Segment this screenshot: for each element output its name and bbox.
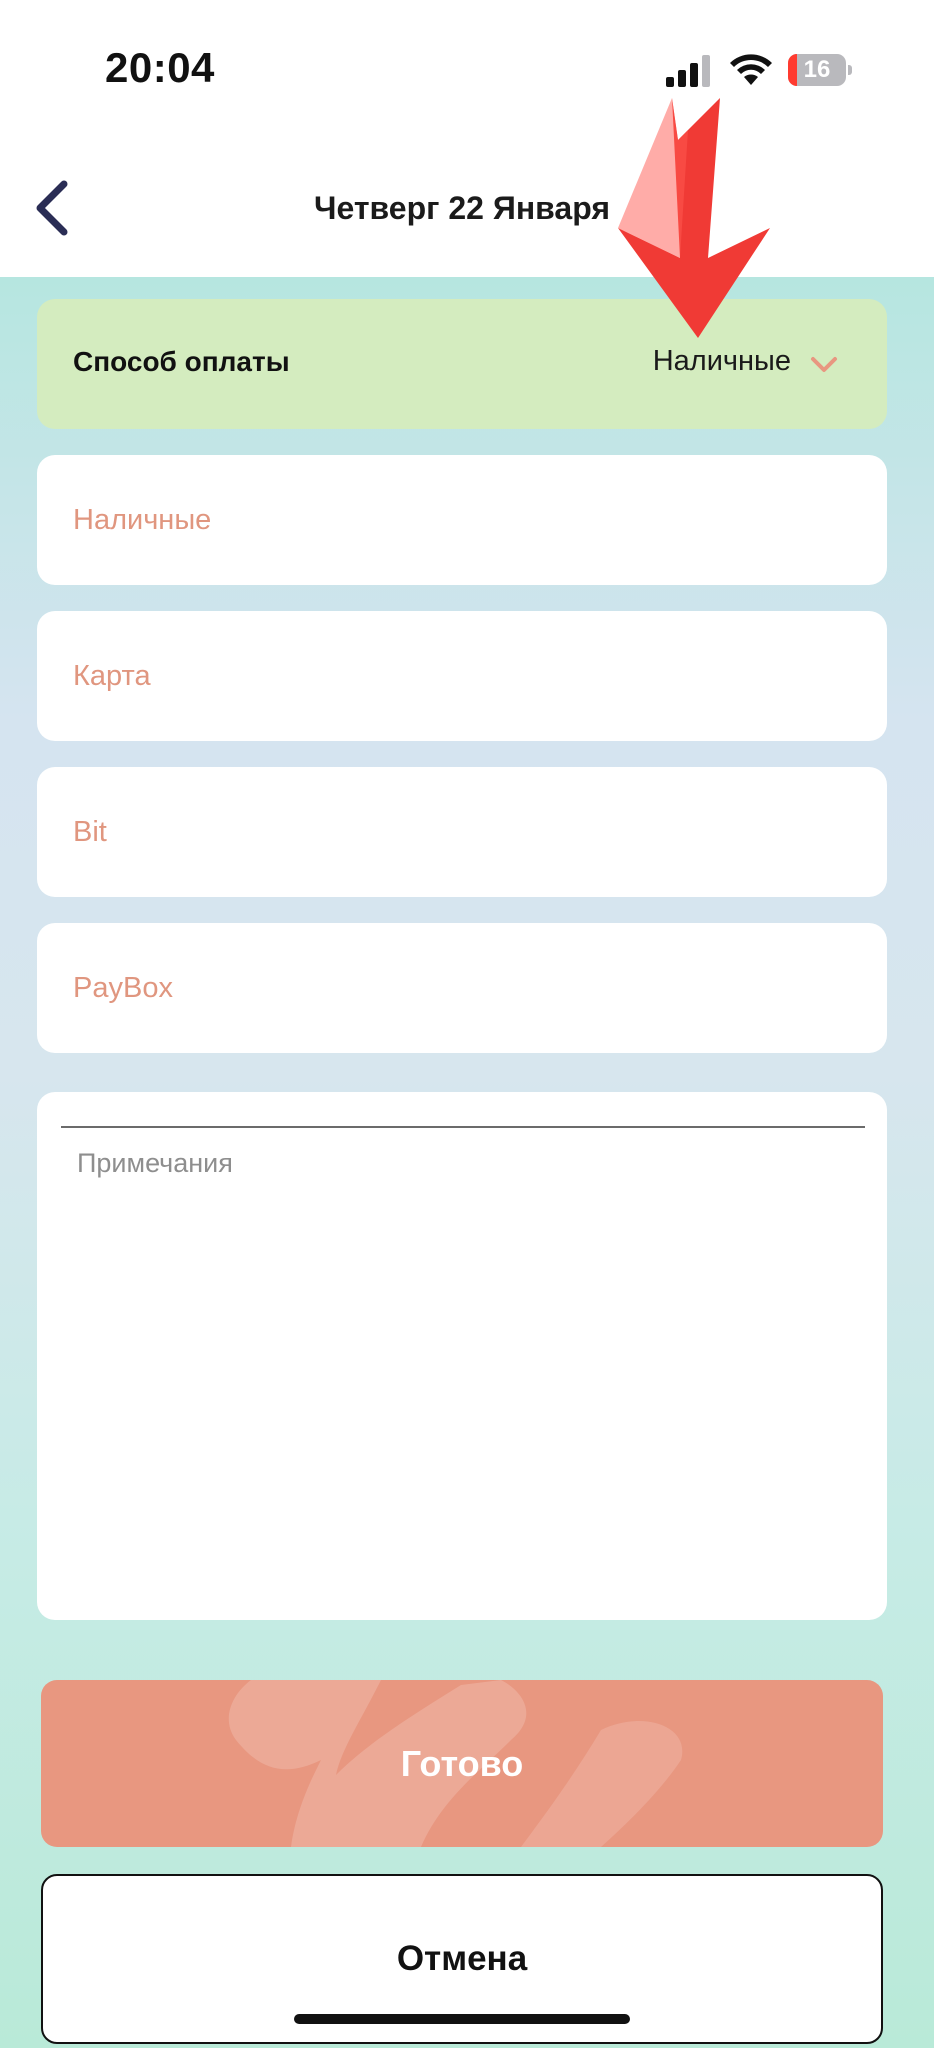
card-field-card xyxy=(37,611,887,741)
cash-amount-input[interactable] xyxy=(37,455,887,585)
payment-method-label: Способ оплаты xyxy=(73,346,290,377)
payment-method-selector[interactable]: Способ оплаты Наличные xyxy=(37,299,887,429)
done-button-label: Готово xyxy=(400,1742,524,1784)
battery-icon: 16 xyxy=(788,54,852,86)
wifi-icon xyxy=(730,54,772,85)
notes-card xyxy=(37,1092,887,1620)
payment-method-value: Наличные xyxy=(652,345,791,377)
bit-field-card xyxy=(37,767,887,897)
cash-field-card xyxy=(37,455,887,585)
notes-divider xyxy=(61,1126,865,1128)
paybox-amount-input[interactable] xyxy=(37,923,887,1053)
signal-icon xyxy=(666,55,710,87)
done-button[interactable]: Готово xyxy=(41,1680,883,1847)
paybox-field-card xyxy=(37,923,887,1053)
bit-amount-input[interactable] xyxy=(37,767,887,897)
home-indicator xyxy=(294,2014,630,2024)
chevron-down-icon xyxy=(811,357,837,372)
status-bar: 20:04 16 xyxy=(0,0,944,140)
main-content: Способ оплаты Наличные Готово Отмена xyxy=(0,277,934,2048)
scroll-strip xyxy=(934,277,944,2048)
nav-bar: Четверг 22 Января xyxy=(0,140,944,277)
status-time: 20:04 xyxy=(105,44,215,91)
page-title: Четверг 22 Января xyxy=(314,190,610,226)
battery-level: 16 xyxy=(803,56,831,83)
card-amount-input[interactable] xyxy=(37,611,887,741)
notes-textarea[interactable] xyxy=(37,1132,887,1602)
